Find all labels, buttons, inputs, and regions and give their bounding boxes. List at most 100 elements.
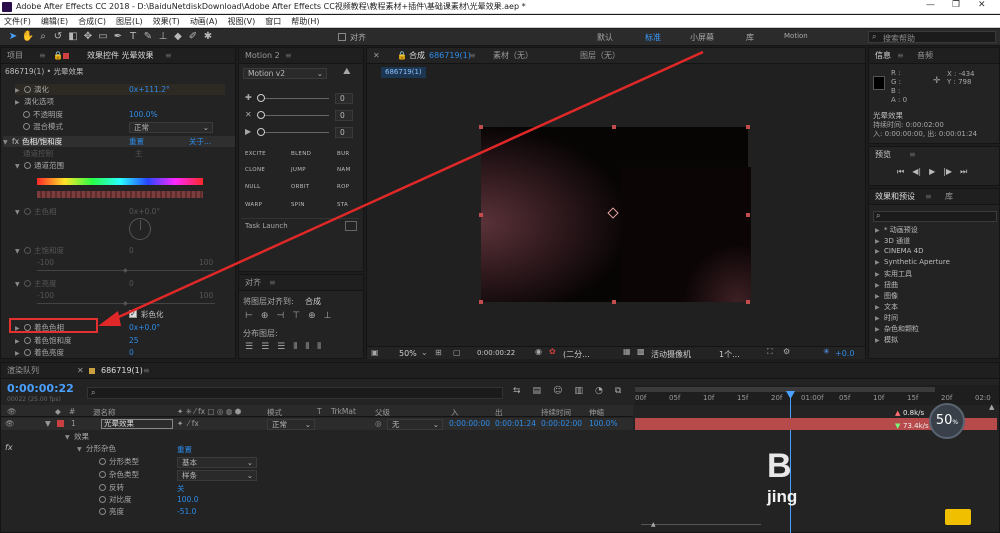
fx-reset-link[interactable]: 重置 (129, 136, 144, 147)
tab-timeline-comp[interactable]: 686719(1) (101, 363, 143, 379)
pan-behind-tool-icon[interactable]: ✥ (81, 30, 95, 44)
fractal-type-dropdown[interactable]: 基本 ⌄ (177, 457, 257, 468)
align-vcenter-icon[interactable]: ⊕ (308, 311, 316, 321)
scrollbar-up-icon[interactable]: ▲ (989, 403, 994, 411)
tab-audio[interactable]: 音频 (917, 48, 933, 64)
next-frame-icon[interactable]: |▶ (943, 167, 952, 177)
task-launch[interactable]: Task Launch (241, 218, 359, 232)
tab-layer[interactable]: 图层（无） (580, 48, 620, 64)
comp-name[interactable]: 686719(1) (429, 48, 471, 64)
invert-value[interactable]: 关 (177, 483, 185, 494)
tab-project[interactable]: 项目 (7, 51, 23, 60)
resolution-dropdown[interactable]: (二分... (563, 349, 590, 360)
colorize-sat-value[interactable]: 25 (129, 335, 139, 346)
layer-stretch[interactable]: 100.0% (589, 419, 618, 428)
burst-button[interactable]: BUR (337, 151, 350, 157)
rectangle-tool-icon[interactable]: ▭ (96, 30, 110, 44)
time-ruler[interactable]: 00f 05f 10f 15f 20f 01:00f 05f 10f 15f 2… (635, 385, 999, 405)
preset-item[interactable]: ▶ 模拟 (875, 335, 898, 345)
zoom-dropdown-icon[interactable]: ⌄ (421, 348, 428, 357)
exposure-icon[interactable]: ✳ (823, 347, 830, 356)
preset-item[interactable]: ▶ 时间 (875, 313, 898, 323)
preset-item[interactable]: ▶ 杂色和颗粒 (875, 324, 919, 334)
motion-preset-dropdown[interactable]: Motion v2 ⌄ (243, 68, 327, 79)
preset-item[interactable]: ▶ CINEMA 4D (875, 247, 924, 255)
maximize-icon[interactable]: ❐ (952, 0, 960, 10)
distribute-left-icon[interactable]: ⦀ (293, 342, 297, 352)
graph-editor-icon[interactable]: ⧉ (615, 386, 621, 396)
layer-switches[interactable]: ✦ ⁄ fx (177, 419, 199, 428)
comp-breadcrumb[interactable]: 686719(1) (381, 67, 426, 78)
handle-br[interactable] (746, 300, 750, 304)
views-dropdown[interactable]: 1个... (719, 349, 740, 360)
handle-tm[interactable] (612, 125, 616, 129)
brush-tool-icon[interactable]: ✎ (141, 30, 155, 44)
menu-file[interactable]: 文件(F) (4, 15, 31, 27)
stare-button[interactable]: STA (337, 202, 348, 208)
slider-1[interactable] (257, 94, 329, 102)
mask-icon[interactable]: ▢ (453, 348, 461, 357)
menu-view[interactable]: 视图(V) (228, 15, 256, 27)
stopwatch-icon[interactable] (24, 337, 31, 344)
slider-2-value[interactable]: 0 (335, 110, 353, 121)
lock-icon[interactable]: 🔒 (397, 48, 407, 64)
fx-about-link[interactable]: 关于... (189, 136, 211, 147)
menu-animation[interactable]: 动画(A) (190, 15, 218, 27)
menu-help[interactable]: 帮助(H) (291, 15, 319, 27)
handle-tr[interactable] (746, 125, 750, 129)
handle-ml[interactable] (479, 213, 483, 217)
handle-tl[interactable] (479, 125, 483, 129)
preset-item[interactable]: ▶ 3D 通道 (875, 236, 910, 246)
stopwatch-icon[interactable] (23, 111, 30, 118)
stopwatch-icon[interactable] (99, 458, 106, 465)
contrast-value[interactable]: 100.0 (177, 495, 198, 504)
color-icon[interactable]: ✿ (549, 347, 556, 356)
flow-icon[interactable]: ⚙ (783, 347, 790, 356)
stopwatch-icon[interactable] (23, 123, 30, 130)
orbit-button[interactable]: ORBIT (291, 184, 309, 190)
layer-row[interactable]: 👁 ▼ 1 光晕效果 ✦ ⁄ fx 正常 ⌄ ◎ 无 ⌄ 0:00:00:00 0:… (1, 418, 633, 430)
preset-item[interactable]: ▶ 文本 (875, 302, 898, 312)
comp-mini-flowchart-icon[interactable]: ⇆ (513, 386, 521, 396)
tab-info[interactable]: 信息 (875, 51, 891, 60)
stopwatch-icon[interactable] (99, 496, 106, 503)
exposure-value[interactable]: +0.0 (835, 349, 854, 358)
tab-composition[interactable]: 合成 (409, 48, 425, 64)
help-search[interactable]: ⌕ 搜索帮助 (868, 31, 996, 43)
frame-blend-icon[interactable]: ▥ (574, 386, 583, 396)
distribute-top-icon[interactable]: ☰ (245, 342, 253, 352)
camera-icon[interactable]: ◉ (535, 347, 542, 356)
comp-timecode[interactable]: 0:00:00:22 (477, 349, 515, 357)
camera-tool-icon[interactable]: ◧ (66, 30, 80, 44)
rope-button[interactable]: ROP (337, 184, 349, 190)
anchor-point-icon[interactable] (607, 207, 619, 219)
layer-label-color[interactable] (57, 420, 64, 427)
evolution-value[interactable]: 0x+111.2° (129, 84, 170, 95)
align-left-icon[interactable]: ⊢ (245, 311, 253, 321)
distribute-right-icon[interactable]: ⦀ (317, 342, 321, 352)
camera-dropdown[interactable]: 活动摄像机 (651, 349, 691, 360)
last-frame-icon[interactable]: ⏭ (960, 167, 967, 177)
distribute-vcenter-icon[interactable]: ☰ (261, 342, 269, 352)
layer-duration[interactable]: 0:00:02:00 (541, 419, 582, 428)
tab-footage[interactable]: 素材（无） (493, 48, 533, 64)
distribute-bottom-icon[interactable]: ☰ (277, 342, 285, 352)
prev-frame-icon[interactable]: ◀| (912, 167, 921, 177)
timeline-zoom-slider[interactable]: ▲ (641, 521, 761, 528)
align-to-value[interactable]: 合成 (305, 296, 321, 307)
stopwatch-icon[interactable] (24, 162, 31, 169)
transparency-icon[interactable]: ▩ (637, 347, 645, 356)
colorize-light-value[interactable]: 0 (129, 347, 134, 358)
rotate-tool-icon[interactable]: ↺ (51, 30, 65, 44)
menu-edit[interactable]: 编辑(E) (41, 15, 68, 27)
tab-effects-presets[interactable]: 效果和预设 (875, 192, 915, 201)
workspace-default[interactable]: 默认 (597, 32, 613, 43)
handle-mr[interactable] (746, 213, 750, 217)
workspace-library[interactable]: 库 (746, 32, 754, 43)
close-tab-icon[interactable]: ✕ (77, 363, 84, 379)
mountain-icon[interactable]: ⛰ (343, 67, 351, 77)
align-top-icon[interactable]: ⊤ (292, 311, 300, 321)
shy-icon[interactable]: ☺ (553, 386, 562, 396)
eraser-tool-icon[interactable]: ◆ (171, 30, 185, 44)
pickwhip-icon[interactable]: ◎ (375, 419, 382, 428)
